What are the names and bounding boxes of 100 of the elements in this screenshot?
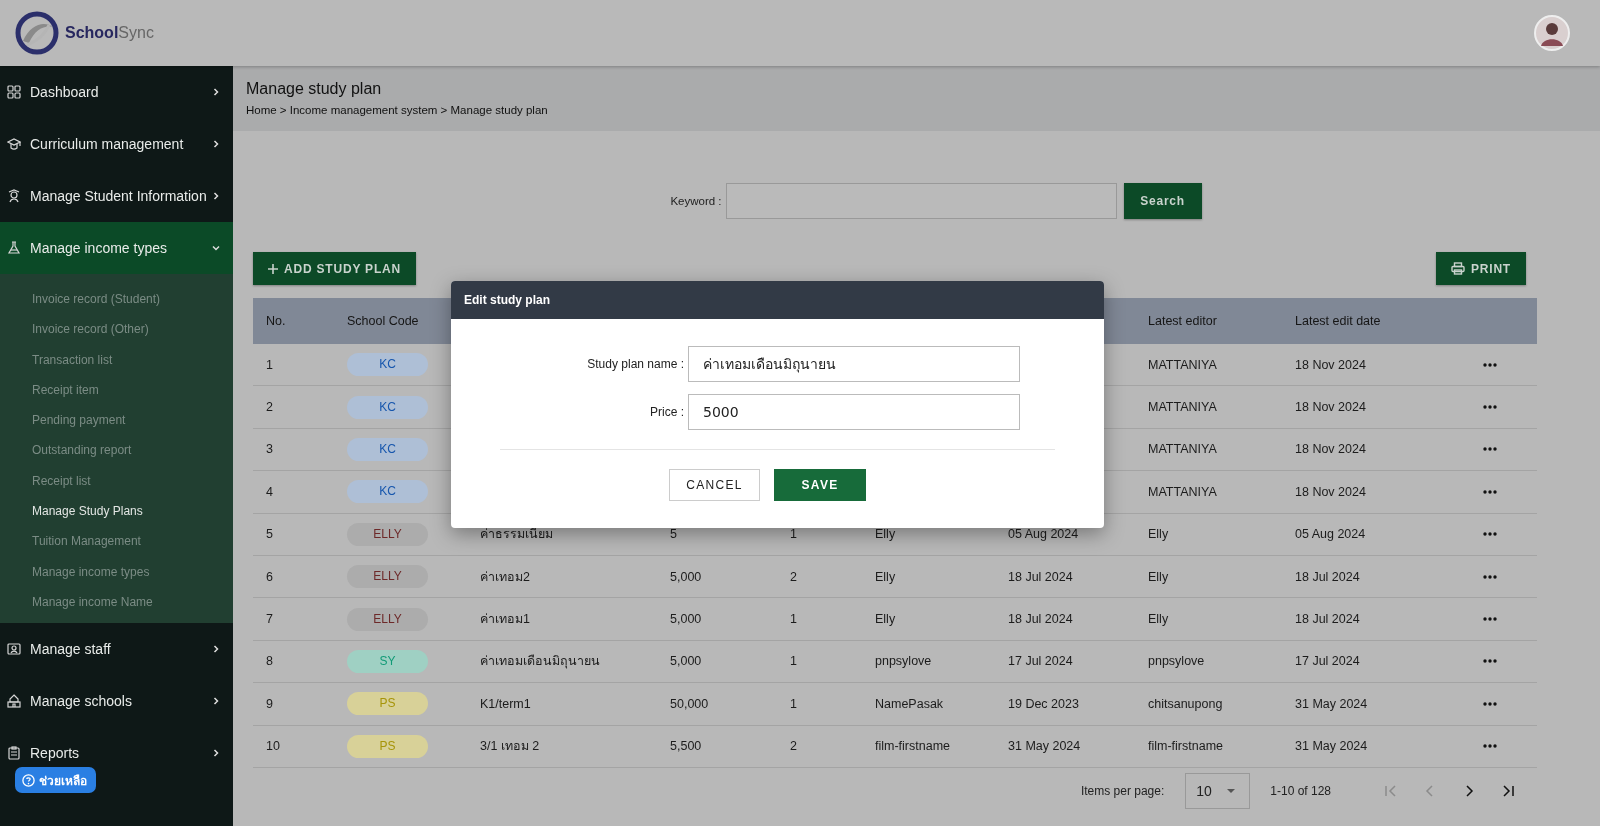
nav-item[interactable]: Manage schools	[0, 675, 233, 728]
column-header: School Code	[347, 314, 419, 328]
column-header: No.	[266, 314, 286, 328]
field-label: Study plan name :	[586, 357, 685, 371]
table-cell: 5,000	[670, 569, 702, 584]
table-cell: 5	[670, 527, 677, 542]
id-card-icon	[7, 642, 21, 657]
print-button[interactable]: PRINT	[1436, 252, 1526, 285]
more-icon	[1483, 659, 1497, 664]
nav-item[interactable]: Manage staff	[0, 623, 233, 676]
table-cell: 2	[266, 400, 273, 415]
input-field[interactable]: ค่าเทอมเดือนมิถุนายน	[688, 346, 1020, 382]
table-cell: MATTANIYA	[1148, 442, 1217, 457]
more-icon	[1483, 617, 1497, 622]
input-field[interactable]: 5000	[688, 394, 1020, 430]
table-cell: chitsanupong	[1148, 696, 1223, 711]
printer-icon	[1451, 262, 1465, 275]
table-cell: 1	[790, 612, 797, 627]
school-code-tag: PS	[347, 692, 428, 716]
breadcrumb: Home > Income management system > Manage study plan	[246, 104, 549, 116]
table-cell: 1	[266, 357, 273, 372]
page-range: 1-10 of 128	[1270, 783, 1331, 798]
table-cell: 2	[790, 569, 797, 584]
table-cell: K1/term1	[480, 696, 531, 711]
save-button[interactable]: SAVE	[774, 469, 866, 501]
keyword-field[interactable]	[725, 183, 1117, 219]
school-code-tag: KC	[347, 353, 428, 377]
table-cell: 1	[790, 654, 797, 669]
table-cell: 05 Aug 2024	[1295, 527, 1366, 542]
school-code-tag: KC	[347, 480, 428, 504]
table-cell: 8	[266, 654, 273, 669]
column-header: Latest editor	[1148, 314, 1217, 328]
table-cell: Elly	[875, 527, 896, 542]
cancel-button[interactable]: CANCEL	[669, 469, 760, 501]
table-cell: ค่าเทอม2	[480, 569, 530, 584]
table-cell: 17 Jul 2024	[1295, 654, 1360, 669]
graduation-cap-icon	[7, 137, 21, 151]
submenu-item[interactable]: Manage Study Plans	[0, 496, 233, 527]
more-icon	[1483, 489, 1497, 494]
building-icon	[7, 694, 21, 709]
table-cell: film-firstname	[875, 739, 950, 754]
help-button[interactable]: ช่วยเหลือ	[15, 767, 96, 793]
more-icon	[1483, 362, 1497, 367]
table-cell: 31 May 2024	[1295, 739, 1368, 754]
more-icon	[1483, 405, 1497, 410]
items-per-page-label: Items per page:	[1080, 783, 1165, 798]
nav-item[interactable]: Curriculum management	[0, 118, 233, 170]
table-cell: 7	[266, 612, 273, 627]
school-code-tag: PS	[347, 734, 428, 758]
table-cell: 4	[266, 484, 273, 499]
table-cell: 10	[266, 739, 280, 754]
table-cell: Elly	[1148, 612, 1169, 627]
nav-item[interactable]: Dashboard	[0, 66, 233, 118]
table-cell: 5	[266, 527, 273, 542]
table-cell: pnpsylove	[875, 654, 932, 669]
table-cell: 5,000	[670, 654, 702, 669]
table-cell: 18 Jul 2024	[1295, 569, 1360, 584]
table-cell: 6	[266, 569, 273, 584]
more-icon	[1483, 447, 1497, 452]
page-size-select[interactable]: 10	[1185, 772, 1251, 809]
table-cell: 17 Jul 2024	[1008, 654, 1073, 669]
table-cell: Elly	[875, 569, 896, 584]
school-code-tag: ELLY	[347, 565, 428, 589]
table-cell: 18 Nov 2024	[1295, 484, 1366, 499]
school-code-tag: ELLY	[347, 607, 428, 631]
nav-item[interactable]: Manage Student Information	[0, 170, 233, 222]
dropdown-caret-icon	[1227, 788, 1236, 793]
flask-icon	[7, 241, 21, 255]
column-header: Latest edit date	[1295, 314, 1381, 328]
grid-icon	[7, 85, 21, 99]
table-cell: MATTANIYA	[1148, 484, 1217, 499]
school-code-tag: KC	[347, 437, 428, 461]
dialog-title: Edit study plan	[451, 281, 1104, 319]
more-icon	[1483, 532, 1497, 537]
table-cell: 1	[790, 527, 797, 542]
table-cell: ค่าเทอม1	[480, 612, 530, 627]
logo-text: SchoolSync	[65, 24, 154, 42]
table-cell: 5,500	[670, 739, 702, 754]
table-cell: MATTANIYA	[1148, 357, 1217, 372]
table-cell: Elly	[875, 612, 896, 627]
clipboard-icon	[7, 746, 21, 761]
table-cell: pnpsylove	[1148, 654, 1205, 669]
table-cell: film-firstname	[1148, 739, 1223, 754]
last-page-icon	[1500, 783, 1515, 798]
avatar	[1534, 15, 1570, 51]
school-code-tag: SY	[347, 649, 428, 673]
table-cell: 18 Nov 2024	[1295, 400, 1366, 415]
school-code-tag: KC	[347, 395, 428, 419]
table-cell: 1	[790, 696, 797, 711]
table-cell: MATTANIYA	[1148, 400, 1217, 415]
nav-item[interactable]: Manage income types	[0, 222, 233, 274]
table-cell: ค่าเทอมเดือนมิถุนายน	[480, 654, 600, 669]
table-cell: 3/1 เทอม 2	[480, 739, 540, 754]
person-icon	[7, 189, 21, 203]
table-cell: Elly	[1148, 569, 1169, 584]
table-cell: 18 Nov 2024	[1295, 442, 1366, 457]
plus-icon	[268, 263, 278, 274]
add-study-plan-button[interactable]: ADD STUDY PLAN	[253, 252, 416, 285]
search-button[interactable]: Search	[1123, 183, 1202, 219]
table-cell: 2	[790, 739, 797, 754]
